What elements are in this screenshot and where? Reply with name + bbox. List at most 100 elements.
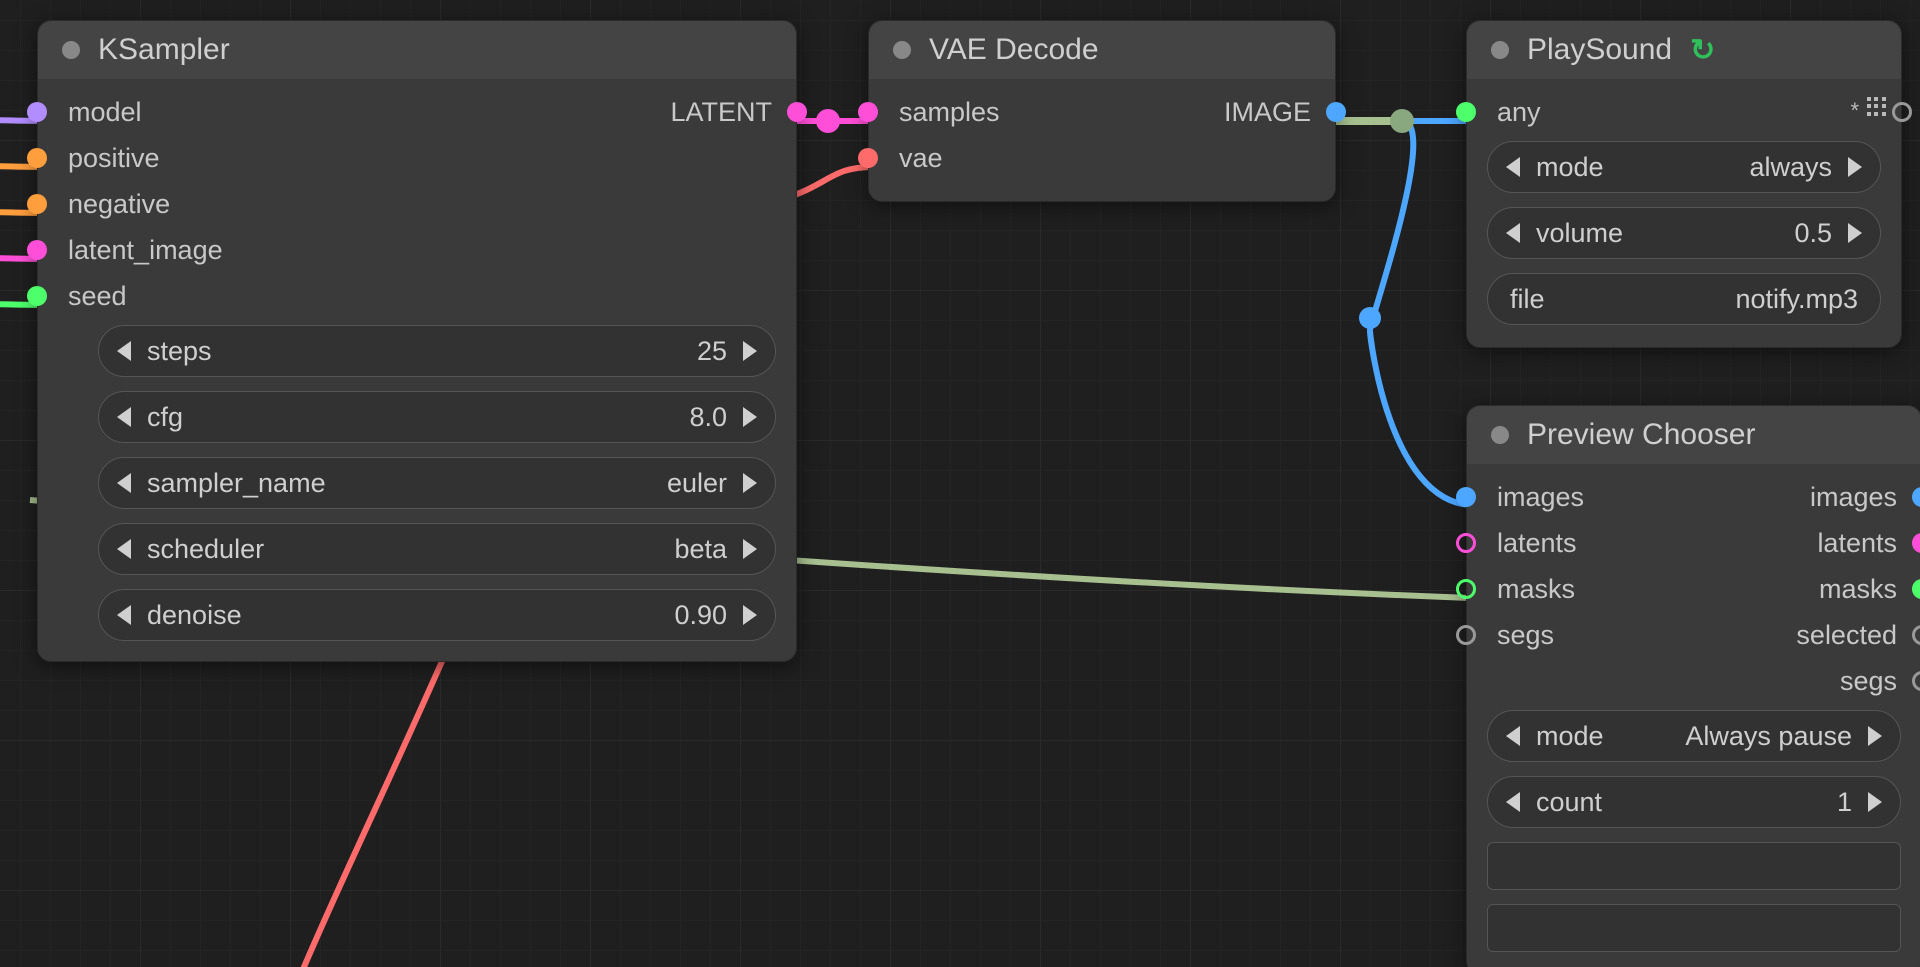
- port-latent-image[interactable]: [27, 240, 47, 260]
- node-header[interactable]: PlaySound ↻: [1467, 21, 1901, 79]
- port-any[interactable]: [1456, 102, 1476, 122]
- node-header[interactable]: KSampler: [38, 21, 796, 79]
- text-field-2[interactable]: [1487, 904, 1901, 952]
- widget-label: scheduler: [147, 534, 264, 565]
- port-latents-out[interactable]: [1912, 533, 1920, 553]
- port-label: samples: [899, 97, 1000, 128]
- port-label: images: [1810, 482, 1897, 513]
- widget-scheduler[interactable]: scheduler beta: [98, 523, 776, 575]
- port-out-star[interactable]: [1892, 102, 1912, 122]
- node-title: KSampler: [98, 33, 230, 67]
- port-segs-in[interactable]: [1456, 625, 1476, 645]
- chevron-left-icon[interactable]: [117, 605, 131, 625]
- widget-label: mode: [1536, 152, 1604, 183]
- node-title: Preview Chooser: [1527, 418, 1755, 452]
- port-label: latents: [1817, 528, 1897, 559]
- port-masks-out[interactable]: [1912, 579, 1920, 599]
- widget-value: 8.0: [689, 402, 727, 433]
- chevron-right-icon[interactable]: [1868, 792, 1882, 812]
- port-images-in[interactable]: [1456, 487, 1476, 507]
- port-label: segs: [1840, 666, 1897, 697]
- widget-value: Always pause: [1685, 721, 1852, 752]
- chevron-left-icon[interactable]: [1506, 726, 1520, 746]
- widget-label: count: [1536, 787, 1602, 818]
- chevron-left-icon[interactable]: [117, 473, 131, 493]
- port-negative[interactable]: [27, 194, 47, 214]
- chevron-right-icon[interactable]: [743, 473, 757, 493]
- widget-label: cfg: [147, 402, 183, 433]
- port-image-out[interactable]: [1326, 102, 1346, 122]
- port-label: images: [1497, 482, 1584, 513]
- port-label: vae: [899, 143, 943, 174]
- port-row-negative: negative: [38, 181, 796, 227]
- chevron-right-icon[interactable]: [743, 605, 757, 625]
- port-latent-out[interactable]: [787, 102, 807, 122]
- chevron-right-icon[interactable]: [743, 341, 757, 361]
- node-title: PlaySound: [1527, 33, 1672, 67]
- port-row-any: any: [1467, 89, 1901, 135]
- port-images-out[interactable]: [1912, 487, 1920, 507]
- node-header[interactable]: Preview Chooser: [1467, 406, 1920, 464]
- port-label: masks: [1819, 574, 1897, 605]
- port-row-latent-image: latent_image: [38, 227, 796, 273]
- chevron-right-icon[interactable]: [743, 539, 757, 559]
- chevron-left-icon[interactable]: [117, 407, 131, 427]
- widget-count[interactable]: count 1: [1487, 776, 1901, 828]
- node-playsound[interactable]: PlaySound ↻ * any mode always volume 0.5: [1466, 20, 1902, 348]
- chevron-left-icon[interactable]: [1506, 792, 1520, 812]
- chevron-left-icon[interactable]: [117, 539, 131, 559]
- port-selected-out[interactable]: [1912, 625, 1920, 645]
- widget-volume[interactable]: volume 0.5: [1487, 207, 1881, 259]
- widget-label: volume: [1536, 218, 1623, 249]
- widget-value: euler: [667, 468, 727, 499]
- reroute-latent[interactable]: [816, 109, 840, 133]
- node-preview-chooser[interactable]: Preview Chooser images images latents la…: [1466, 405, 1920, 967]
- collapse-dot-icon[interactable]: [893, 41, 911, 59]
- collapse-dot-icon[interactable]: [1491, 41, 1509, 59]
- port-masks-in[interactable]: [1456, 579, 1476, 599]
- recycle-icon: ↻: [1690, 33, 1715, 68]
- widget-value: notify.mp3: [1735, 284, 1858, 315]
- node-header[interactable]: VAE Decode: [869, 21, 1335, 79]
- port-label: masks: [1497, 574, 1575, 605]
- chevron-right-icon[interactable]: [1848, 157, 1862, 177]
- node-vae-decode[interactable]: VAE Decode samples IMAGE vae: [868, 20, 1336, 202]
- widget-steps[interactable]: steps 25: [98, 325, 776, 377]
- widget-file[interactable]: file notify.mp3: [1487, 273, 1881, 325]
- chevron-right-icon[interactable]: [1848, 223, 1862, 243]
- widget-denoise[interactable]: denoise 0.90: [98, 589, 776, 641]
- widget-label: sampler_name: [147, 468, 326, 499]
- port-latents-in[interactable]: [1456, 533, 1476, 553]
- widget-value: 0.90: [674, 600, 727, 631]
- port-seed[interactable]: [27, 286, 47, 306]
- widget-mode[interactable]: mode Always pause: [1487, 710, 1901, 762]
- chevron-left-icon[interactable]: [117, 341, 131, 361]
- widget-value: 25: [697, 336, 727, 367]
- port-label: positive: [68, 143, 160, 174]
- port-samples[interactable]: [858, 102, 878, 122]
- widget-label: file: [1510, 284, 1545, 315]
- collapse-dot-icon[interactable]: [62, 41, 80, 59]
- widget-sampler-name[interactable]: sampler_name euler: [98, 457, 776, 509]
- widget-cfg[interactable]: cfg 8.0: [98, 391, 776, 443]
- text-field-1[interactable]: [1487, 842, 1901, 890]
- chevron-left-icon[interactable]: [1506, 223, 1520, 243]
- port-row-segs-out: segs: [1467, 658, 1920, 704]
- port-positive[interactable]: [27, 148, 47, 168]
- chevron-right-icon[interactable]: [743, 407, 757, 427]
- port-label: segs: [1497, 620, 1554, 651]
- port-vae[interactable]: [858, 148, 878, 168]
- widget-mode[interactable]: mode always: [1487, 141, 1881, 193]
- widget-label: mode: [1536, 721, 1604, 752]
- port-label: any: [1497, 97, 1541, 128]
- reroute-image[interactable]: [1390, 109, 1414, 133]
- chevron-right-icon[interactable]: [1868, 726, 1882, 746]
- collapse-dot-icon[interactable]: [1491, 426, 1509, 444]
- chevron-left-icon[interactable]: [1506, 157, 1520, 177]
- widget-value: 1: [1837, 787, 1852, 818]
- port-model[interactable]: [27, 102, 47, 122]
- port-row-samples-image: samples IMAGE: [869, 89, 1335, 135]
- port-row-images: images images: [1467, 474, 1920, 520]
- port-segs-out[interactable]: [1912, 671, 1920, 691]
- node-ksampler[interactable]: KSampler model LATENT positive negative …: [37, 20, 797, 662]
